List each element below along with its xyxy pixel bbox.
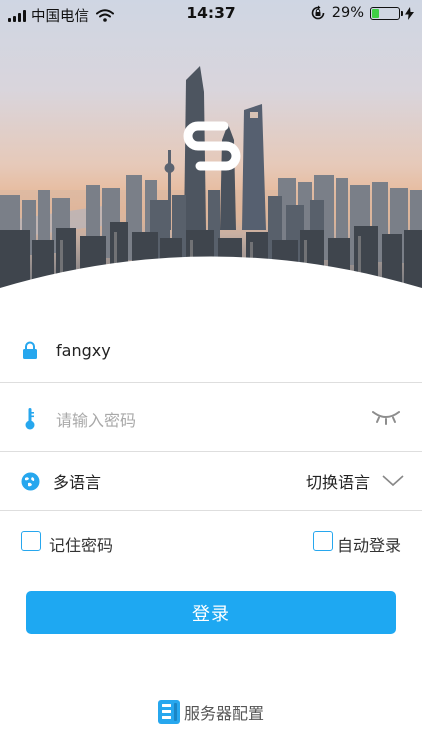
battery-icon bbox=[370, 6, 403, 20]
server-icon bbox=[157, 700, 180, 724]
chevron-down-icon[interactable] bbox=[382, 475, 404, 487]
globe-icon bbox=[20, 471, 40, 491]
password-row[interactable]: 请输入密码 bbox=[0, 385, 422, 453]
username-input[interactable]: fangxy bbox=[56, 341, 111, 360]
login-button[interactable]: 登录 bbox=[26, 591, 396, 634]
remember-password-label[interactable]: 记住密码 bbox=[49, 532, 113, 556]
auto-login-label[interactable]: 自动登录 bbox=[337, 532, 401, 556]
login-options: 记住密码 自动登录 bbox=[0, 531, 422, 555]
status-bar: 中国电信 14:37 29% bbox=[0, 0, 422, 28]
hero-banner bbox=[0, 0, 422, 300]
language-switch-label: 切换语言 bbox=[305, 473, 370, 492]
divider bbox=[0, 510, 422, 511]
remember-password-checkbox[interactable] bbox=[21, 531, 41, 551]
username-row[interactable]: fangxy bbox=[0, 316, 422, 384]
key-icon bbox=[20, 408, 40, 430]
server-config-label: 服务器配置 bbox=[183, 704, 264, 723]
language-switch[interactable]: 切换语言 bbox=[306, 469, 404, 493]
charging-icon bbox=[405, 6, 414, 20]
eye-closed-icon[interactable] bbox=[372, 409, 400, 431]
battery-percent: 29% bbox=[331, 5, 364, 21]
app-logo-icon bbox=[183, 121, 241, 171]
password-input[interactable]: 请输入密码 bbox=[56, 407, 136, 431]
auto-login-checkbox[interactable] bbox=[313, 531, 333, 551]
language-row[interactable]: 多语言 切换语言 bbox=[0, 447, 422, 515]
rotation-lock-icon bbox=[311, 5, 325, 20]
divider bbox=[0, 382, 422, 383]
lock-icon bbox=[20, 340, 40, 360]
language-label: 多语言 bbox=[53, 473, 102, 492]
server-config-link[interactable]: 服务器配置 bbox=[0, 700, 422, 724]
